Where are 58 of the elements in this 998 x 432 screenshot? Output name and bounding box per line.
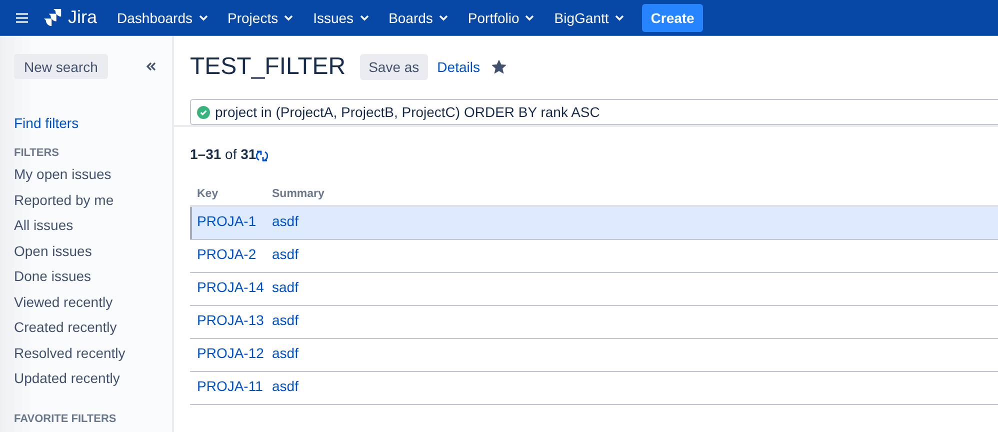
- issue-key-link[interactable]: PROJA-11: [197, 378, 272, 394]
- caret-icon: [284, 14, 294, 20]
- filter-item[interactable]: Open issues: [14, 242, 92, 267]
- nav-menu[interactable]: BigGantt: [548, 10, 630, 26]
- query-field[interactable]: project in (ProjectA, ProjectB, ProjectC) ORDER BY rank ASC: [190, 99, 998, 125]
- filter-item[interactable]: Viewed recently: [14, 292, 113, 318]
- issue-summary-link[interactable]: asdf: [272, 345, 298, 361]
- caret-icon: [360, 14, 369, 20]
- logo-text[interactable]: Jira: [68, 7, 98, 28]
- filter-title: TEST_FILTER: [190, 53, 346, 81]
- caret-icon: [438, 14, 448, 20]
- menu-icon[interactable]: [16, 12, 28, 22]
- query-text: project in (ProjectA, ProjectB, ProjectC) ORDER BY rank ASC: [215, 104, 600, 120]
- nav-menu[interactable]: Boards: [382, 10, 454, 26]
- issue-summary-link[interactable]: asdf: [272, 246, 298, 262]
- issue-summary-link[interactable]: asdf: [272, 378, 298, 394]
- caret-icon: [614, 14, 624, 20]
- filter-item[interactable]: My open issues: [14, 165, 112, 190]
- filter-item[interactable]: All issues: [14, 216, 74, 242]
- save-as-button[interactable]: Save as: [360, 54, 428, 80]
- filter-item[interactable]: Resolved recently: [14, 344, 126, 369]
- result-count: 1–31 of 31: [190, 146, 256, 162]
- filter-item[interactable]: Created recently: [14, 318, 117, 344]
- issue-key-link[interactable]: PROJA-14: [197, 279, 272, 295]
- caret-icon: [525, 14, 534, 20]
- nav-menu[interactable]: Projects: [222, 10, 300, 26]
- details-link[interactable]: Details: [437, 59, 480, 75]
- issue-key-link[interactable]: PROJA-12: [197, 345, 272, 361]
- refresh-icon[interactable]: [256, 150, 268, 162]
- nav-menu[interactable]: Issues: [307, 10, 375, 26]
- issue-key-link[interactable]: PROJA-1: [197, 213, 272, 229]
- section-heading: FILTERS: [14, 147, 60, 159]
- issue-row[interactable]: PROJA-12 asdf: [190, 339, 998, 372]
- column-header: Summary: [272, 188, 324, 200]
- nav-menu[interactable]: Dashboards: [111, 10, 214, 26]
- filter-item[interactable]: Reported by me: [14, 190, 114, 216]
- issue-summary-link[interactable]: asdf: [272, 213, 298, 229]
- filter-item[interactable]: Done issues: [14, 267, 92, 292]
- collapse-icon[interactable]: [146, 62, 156, 71]
- section-heading: FAVORITE FILTERS: [14, 412, 116, 424]
- issue-row[interactable]: PROJA-11 asdf: [190, 372, 998, 405]
- issue-row[interactable]: PROJA-14 sadf: [190, 273, 998, 306]
- logo-icon: [44, 8, 64, 28]
- issue-key-link[interactable]: PROJA-13: [197, 312, 272, 328]
- issue-row[interactable]: PROJA-1 asdf: [190, 207, 998, 240]
- star-icon[interactable]: [492, 60, 506, 74]
- caret-icon: [198, 14, 208, 20]
- issue-row[interactable]: PROJA-2 asdf: [190, 240, 998, 273]
- nav-menu[interactable]: Portfolio: [462, 10, 540, 26]
- issue-row[interactable]: PROJA-13 asdf: [190, 306, 998, 339]
- column-header: Key: [197, 188, 220, 200]
- new-search-button[interactable]: New search: [14, 54, 108, 79]
- find-filters-link[interactable]: Find filters: [14, 115, 79, 131]
- issue-summary-link[interactable]: sadf: [272, 279, 298, 295]
- issue-summary-link[interactable]: asdf: [272, 312, 298, 328]
- issue-key-link[interactable]: PROJA-2: [197, 246, 272, 262]
- create-button[interactable]: Create: [642, 4, 704, 32]
- filter-item[interactable]: Updated recently: [14, 369, 120, 394]
